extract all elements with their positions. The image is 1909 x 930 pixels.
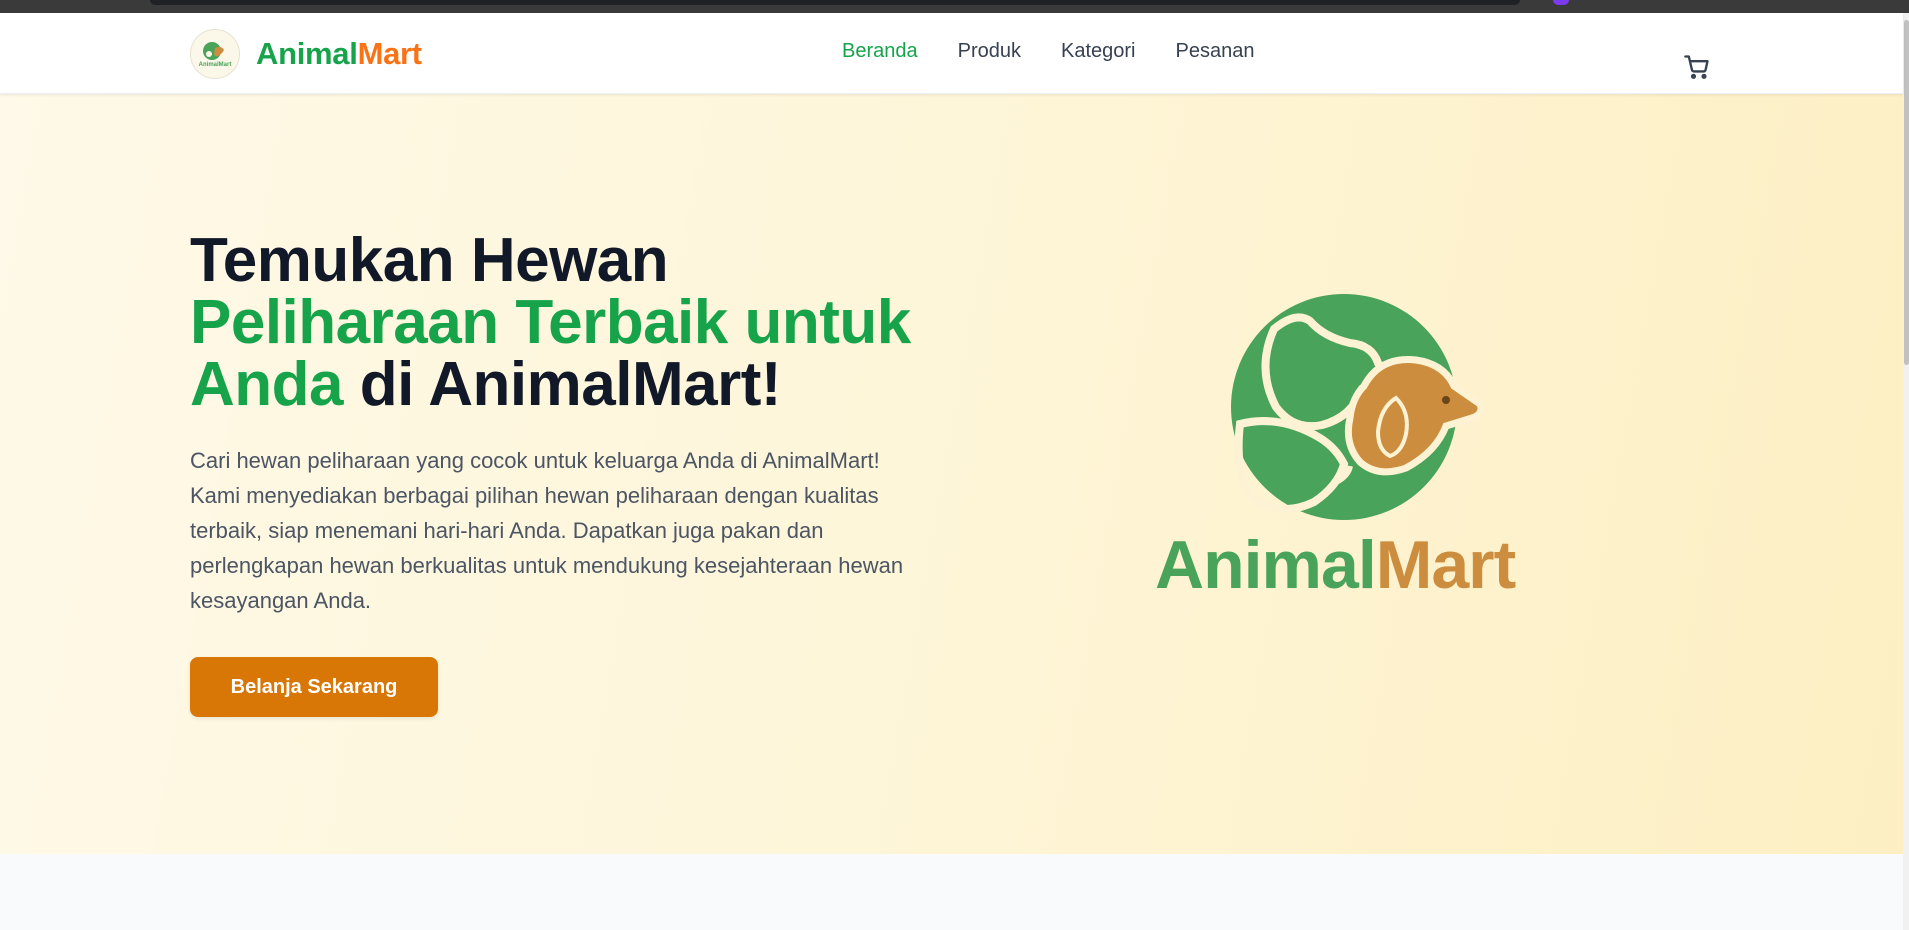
profile-indicator xyxy=(1553,0,1569,5)
main-nav: Beranda Produk Kategori Pesanan xyxy=(842,40,1254,63)
brand[interactable]: AnimalMart AnimalMart xyxy=(190,29,422,79)
animalmart-logo-text: AnimalMart xyxy=(1155,526,1517,604)
shop-now-button[interactable]: Belanja Sekarang xyxy=(190,657,438,717)
nav-produk[interactable]: Produk xyxy=(958,40,1021,63)
shopping-cart-icon xyxy=(1684,55,1709,79)
brand-logo-icon xyxy=(203,41,224,60)
brand-name-animal: Animal xyxy=(256,36,358,71)
cart-button[interactable] xyxy=(1683,53,1711,81)
brand-logo-label: AnimalMart xyxy=(198,61,232,68)
brand-logo[interactable]: AnimalMart xyxy=(190,29,240,79)
page-scrollbar-thumb[interactable] xyxy=(1904,20,1909,365)
navbar: AnimalMart AnimalMart Beranda Produk Kat… xyxy=(0,13,1903,94)
browser-tab-strip xyxy=(150,0,1520,5)
nav-kategori[interactable]: Kategori xyxy=(1061,40,1136,63)
hero-title-rest: di AnimalMart! xyxy=(343,350,782,419)
hero-section: Temukan Hewan Peliharaan Terbaik untuk An… xyxy=(0,94,1903,854)
hero-description: Cari hewan peliharaan yang cocok untuk k… xyxy=(190,448,904,613)
hero-title: Temukan Hewan Peliharaan Terbaik untuk An… xyxy=(190,230,950,416)
nav-beranda[interactable]: Beranda xyxy=(842,40,918,63)
logo-text-mart: Mart xyxy=(1375,527,1517,603)
brand-name[interactable]: AnimalMart xyxy=(256,36,422,72)
logo-text-animal: Animal xyxy=(1155,527,1377,603)
browser-top-strip xyxy=(0,0,1909,13)
nav-pesanan[interactable]: Pesanan xyxy=(1176,40,1255,63)
brand-name-mart: Mart xyxy=(357,36,423,71)
hero-title-line1: Temukan Hewan xyxy=(190,226,669,295)
